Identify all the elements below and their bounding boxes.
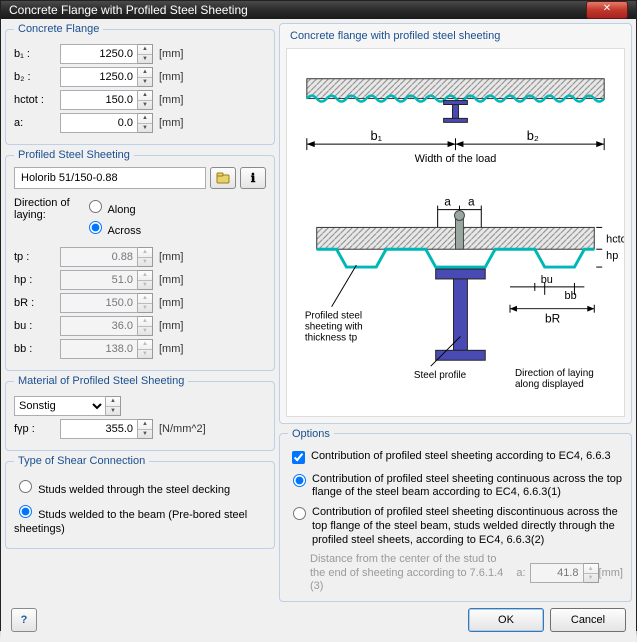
b1-input[interactable] bbox=[60, 44, 138, 64]
group-material: Material of Profiled Steel Sheeting Sons… bbox=[5, 375, 275, 451]
dist-spinner: ▲▼ bbox=[584, 563, 599, 583]
info-icon[interactable]: ℹ bbox=[240, 167, 266, 189]
bu-unit: [mm] bbox=[159, 320, 183, 332]
check-contribution-input[interactable] bbox=[292, 451, 305, 464]
svg-text:a: a bbox=[468, 195, 475, 209]
svg-text:a: a bbox=[444, 195, 451, 209]
tp-spinner: ▲▼ bbox=[138, 247, 153, 267]
hctot-spinner[interactable]: ▲▼ bbox=[138, 90, 153, 110]
bu-spinner: ▲▼ bbox=[138, 316, 153, 336]
hctot-label: hctot : bbox=[14, 94, 60, 106]
svg-text:Width of the load: Width of the load bbox=[415, 153, 497, 165]
fyp-input[interactable] bbox=[60, 419, 138, 439]
radio-shear-through[interactable]: Studs welded through the steel decking bbox=[14, 477, 266, 498]
legend-options: Options bbox=[288, 428, 334, 440]
radio-discontinuous-input[interactable] bbox=[293, 507, 306, 520]
dist-a-label: a: bbox=[516, 567, 525, 579]
bb-spinner: ▲▼ bbox=[138, 339, 153, 359]
b1-unit: [mm] bbox=[159, 48, 183, 60]
bb-label: bb : bbox=[14, 343, 60, 355]
tp-input bbox=[60, 247, 138, 267]
b2-unit: [mm] bbox=[159, 71, 183, 83]
b1-spinner[interactable]: ▲▼ bbox=[138, 44, 153, 64]
hctot-unit: [mm] bbox=[159, 94, 183, 106]
svg-text:b₁: b₁ bbox=[370, 128, 382, 143]
tp-label: tp : bbox=[14, 251, 60, 263]
bb-unit: [mm] bbox=[159, 343, 183, 355]
titlebar: Concrete Flange with Profiled Steel Shee… bbox=[1, 1, 636, 19]
hp-input bbox=[60, 270, 138, 290]
dist-input bbox=[530, 563, 584, 583]
a-label: a: bbox=[14, 117, 60, 129]
svg-text:Steel profile: Steel profile bbox=[414, 370, 467, 381]
fyp-label: fγp : bbox=[14, 423, 60, 435]
content: Concrete Flange b₁ : ▲▼ [mm] b₂ : ▲▼ [mm… bbox=[1, 19, 636, 642]
svg-text:bu: bu bbox=[541, 274, 553, 286]
radio-along[interactable]: Along bbox=[84, 197, 141, 216]
cancel-button[interactable]: Cancel bbox=[550, 608, 626, 632]
svg-text:b₂: b₂ bbox=[527, 128, 539, 143]
help-icon[interactable]: ? bbox=[11, 608, 37, 632]
window-title: Concrete Flange with Profiled Steel Shee… bbox=[9, 3, 248, 17]
bb-input bbox=[60, 339, 138, 359]
a-input[interactable] bbox=[60, 113, 138, 133]
radio-continuous-input[interactable] bbox=[293, 474, 306, 487]
diagram-svg: b₁ b₂ Width of the load a a bbox=[286, 48, 625, 417]
dist-unit: [mm] bbox=[599, 567, 623, 579]
a-unit: [mm] bbox=[159, 117, 183, 129]
bu-label: bu : bbox=[14, 320, 60, 332]
svg-text:Direction of layingalong displ: Direction of layingalong displayed bbox=[515, 368, 594, 390]
close-icon[interactable]: ✕ bbox=[586, 1, 628, 19]
legend-concrete-flange: Concrete Flange bbox=[14, 23, 103, 35]
bR-label: bR : bbox=[14, 297, 60, 309]
hctot-input[interactable] bbox=[60, 90, 138, 110]
material-spinner[interactable]: ▲▼ bbox=[106, 396, 121, 416]
radio-discontinuous[interactable]: Contribution of profiled steel sheeting … bbox=[288, 506, 623, 547]
hp-label: hp : bbox=[14, 274, 60, 286]
a-spinner[interactable]: ▲▼ bbox=[138, 113, 153, 133]
group-shear: Type of Shear Connection Studs welded th… bbox=[5, 455, 275, 549]
radio-across[interactable]: Across bbox=[84, 218, 141, 237]
sheeting-name-input[interactable] bbox=[14, 167, 206, 189]
bR-spinner: ▲▼ bbox=[138, 293, 153, 313]
dist-label: Distance from the center of the stud to … bbox=[310, 553, 512, 593]
radio-shear-beam[interactable]: Studs welded to the beam (Pre-bored stee… bbox=[14, 502, 266, 537]
b1-label: b₁ : bbox=[14, 48, 60, 60]
b2-spinner[interactable]: ▲▼ bbox=[138, 67, 153, 87]
ok-button[interactable]: OK bbox=[468, 608, 544, 632]
legend-shear: Type of Shear Connection bbox=[14, 455, 149, 467]
fyp-spinner[interactable]: ▲▼ bbox=[138, 419, 153, 439]
b2-label: b₂ : bbox=[14, 71, 60, 83]
bR-unit: [mm] bbox=[159, 297, 183, 309]
hp-spinner: ▲▼ bbox=[138, 270, 153, 290]
dialog-window: Concrete Flange with Profiled Steel Shee… bbox=[0, 0, 637, 631]
svg-text:hp: hp bbox=[606, 250, 618, 262]
svg-text:Profiled steelsheeting withthi: Profiled steelsheeting withthickness tp bbox=[305, 311, 363, 344]
tp-unit: [mm] bbox=[159, 251, 183, 263]
material-select[interactable]: Sonstig bbox=[14, 396, 106, 416]
diagram-panel: Concrete flange with profiled steel shee… bbox=[279, 23, 632, 424]
library-icon[interactable] bbox=[210, 167, 236, 189]
legend-material: Material of Profiled Steel Sheeting bbox=[14, 375, 188, 387]
direction-label: Direction of laying: bbox=[14, 195, 84, 239]
group-sheeting: Profiled Steel Sheeting ℹ Direction of l… bbox=[5, 149, 275, 371]
svg-text:bR: bR bbox=[545, 312, 561, 326]
radio-continuous[interactable]: Contribution of profiled steel sheeting … bbox=[288, 473, 623, 501]
legend-sheeting: Profiled Steel Sheeting bbox=[14, 149, 134, 161]
hp-unit: [mm] bbox=[159, 274, 183, 286]
group-options: Options Contribution of profiled steel s… bbox=[279, 428, 632, 602]
check-contribution[interactable]: Contribution of profiled steel sheeting … bbox=[288, 450, 623, 467]
fyp-unit: [N/mm^2] bbox=[159, 423, 206, 435]
svg-text:bb: bb bbox=[565, 290, 577, 302]
svg-text:hctot: hctot bbox=[606, 233, 625, 245]
b2-input[interactable] bbox=[60, 67, 138, 87]
group-concrete-flange: Concrete Flange b₁ : ▲▼ [mm] b₂ : ▲▼ [mm… bbox=[5, 23, 275, 145]
diagram-title: Concrete flange with profiled steel shee… bbox=[290, 30, 625, 42]
bu-input bbox=[60, 316, 138, 336]
bR-input bbox=[60, 293, 138, 313]
